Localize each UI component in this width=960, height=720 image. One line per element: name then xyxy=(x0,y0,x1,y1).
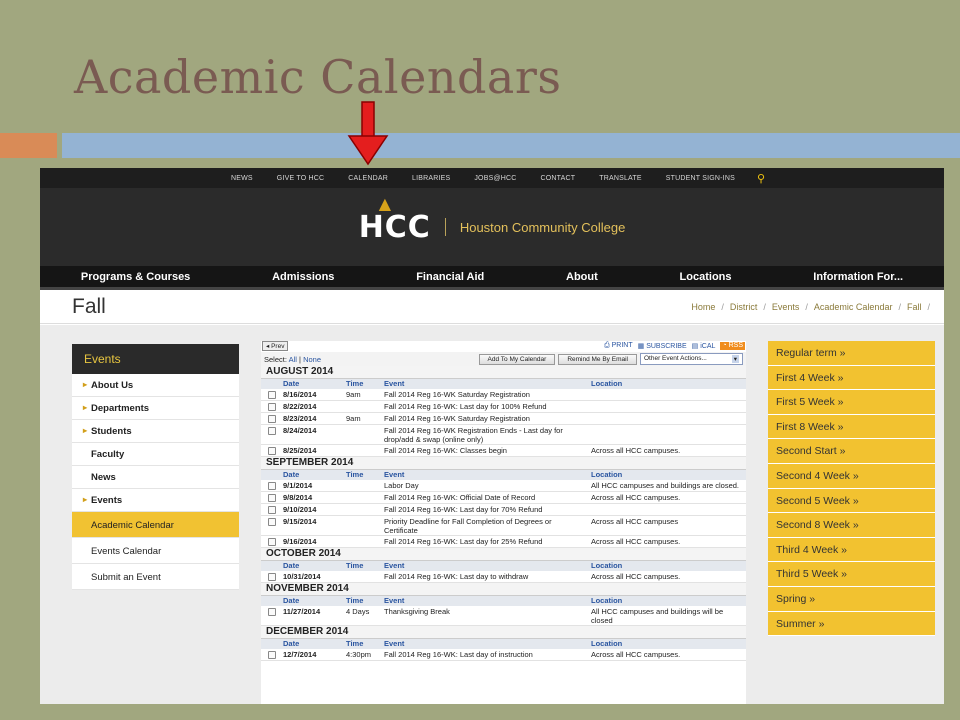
slide-title: Academic Calendars xyxy=(74,50,562,104)
eagle-icon: ▲ xyxy=(378,193,392,213)
hcc-logo[interactable]: ▲ HCC xyxy=(359,194,431,245)
page-header: Fall Home / District / Events / Academic Calen… xyxy=(40,290,944,324)
college-name: Houston Community College xyxy=(459,219,626,235)
top-nav-item[interactable]: GIVE TO HCC xyxy=(265,175,336,182)
top-nav-item[interactable]: TRANSLATE xyxy=(587,175,654,182)
main-nav-item[interactable]: Locations xyxy=(680,271,732,283)
breadcrumb: Home / District / Events / Academic Calendar / F… xyxy=(691,302,930,312)
top-nav-item[interactable]: NEWS xyxy=(219,175,265,182)
breadcrumb-item[interactable]: Fall xyxy=(907,302,922,312)
breadcrumb-item[interactable]: Academic Calendar xyxy=(814,302,893,312)
page-title: Fall xyxy=(72,294,106,318)
top-nav-item[interactable]: JOBS@HCC xyxy=(462,175,528,182)
brand-divider xyxy=(444,218,446,236)
breadcrumb-item[interactable]: Events xyxy=(772,302,800,312)
top-nav-item[interactable]: CALENDAR xyxy=(336,175,400,182)
accent-bar-orange xyxy=(0,133,57,158)
main-nav-item[interactable]: Financial Aid xyxy=(416,271,484,283)
breadcrumb-item[interactable]: District xyxy=(730,302,758,312)
top-nav-item[interactable]: LIBRARIES xyxy=(400,175,462,182)
main-nav: Programs & Courses Admissions Financial Ai… xyxy=(40,266,944,290)
breadcrumb-separator: / xyxy=(805,301,808,312)
brand-header: ▲ HCC Houston Community College xyxy=(40,188,944,266)
top-nav-item[interactable]: STUDENT SIGN-INS xyxy=(654,175,747,182)
main-nav-item[interactable]: Programs & Courses xyxy=(81,271,190,283)
main-nav-item[interactable]: Information For... xyxy=(813,271,903,283)
breadcrumb-separator: / xyxy=(927,301,930,312)
top-nav: NEWS GIVE TO HCC CALENDAR LIBRARIES JOBS@HCC… xyxy=(40,168,944,188)
breadcrumb-separator: / xyxy=(721,301,724,312)
breadcrumb-separator: / xyxy=(763,301,766,312)
main-nav-item[interactable]: About xyxy=(566,271,598,283)
main-nav-item[interactable]: Admissions xyxy=(272,271,334,283)
website-screenshot: NEWS GIVE TO HCC CALENDAR LIBRARIES JOBS@HCC… xyxy=(40,168,944,704)
top-nav-item[interactable]: CONTACT xyxy=(529,175,588,182)
red-arrow-icon xyxy=(347,101,389,166)
breadcrumb-separator: / xyxy=(898,301,901,312)
breadcrumb-item[interactable]: Home xyxy=(691,302,715,312)
search-icon[interactable]: ⚲ xyxy=(747,172,765,185)
accent-bar-blue xyxy=(62,133,960,158)
